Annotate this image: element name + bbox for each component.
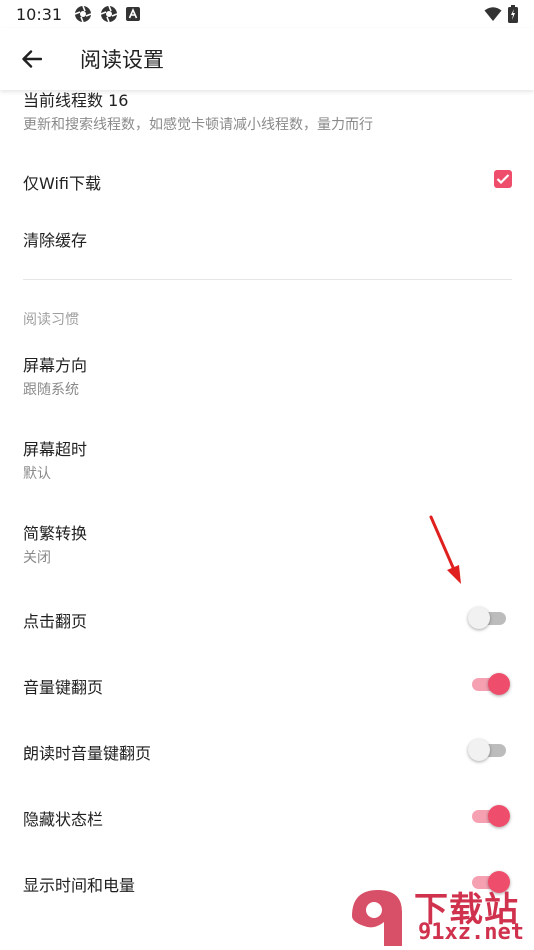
aperture-icon — [74, 5, 92, 23]
pref-volume-key-page-turn[interactable]: 音量键翻页 — [0, 656, 534, 712]
arrow-left-icon — [22, 50, 42, 68]
switch-thumb — [488, 805, 510, 827]
pref-title: 隐藏状态栏 — [23, 810, 104, 829]
pref-title: 显示时间和电量 — [23, 876, 136, 895]
back-button[interactable] — [0, 28, 64, 90]
pref-clear-cache[interactable]: 清除缓存 — [0, 210, 534, 266]
pref-tts-volume-key-page-turn[interactable]: 朗读时音量键翻页 — [0, 722, 534, 778]
pref-title: 屏幕方向 — [23, 356, 88, 375]
page-title: 阅读设置 — [80, 48, 164, 72]
annotation-arrow-icon — [429, 515, 461, 584]
check-icon — [496, 174, 510, 185]
pref-hide-status-bar[interactable]: 隐藏状态栏 — [0, 788, 534, 844]
pref-title: 仅Wifi下载 — [23, 174, 101, 193]
pref-screen-timeout[interactable]: 屏幕超时 默认 — [0, 424, 534, 494]
watermark: 下载站 91xz.net — [344, 880, 534, 950]
pref-title: 屏幕超时 — [23, 440, 88, 459]
hide-status-bar-switch[interactable] — [472, 803, 510, 829]
pref-thread-count[interactable]: 当前线程数 16 更新和搜索线程数，如感觉卡顿请减小线程数，量力而行 — [0, 82, 534, 142]
pref-title: 点击翻页 — [23, 612, 88, 631]
status-icons-left — [74, 5, 141, 23]
switch-thumb — [468, 739, 490, 761]
wifi-download-checkbox[interactable] — [494, 170, 512, 188]
notification-a-icon — [126, 7, 141, 21]
pref-summary: 更新和搜索线程数，如感觉卡顿请减小线程数，量力而行 — [23, 117, 373, 133]
battery-icon — [508, 5, 518, 23]
pref-summary: 关闭 — [23, 550, 51, 566]
pref-wifi-download[interactable]: 仅Wifi下载 — [0, 150, 534, 210]
pref-summary: 默认 — [23, 466, 51, 482]
tap-page-turn-switch[interactable] — [468, 605, 508, 631]
divider — [23, 279, 512, 280]
section-header-reading-habit: 阅读习惯 — [23, 312, 79, 328]
pref-tap-page-turn[interactable]: 点击翻页 — [0, 590, 534, 646]
tts-volume-key-page-turn-switch[interactable] — [468, 737, 508, 763]
switch-thumb — [468, 607, 490, 629]
toolbar: 阅读设置 — [0, 28, 534, 90]
pref-summary: 跟随系统 — [23, 382, 79, 398]
status-bar: 10:31 — [0, 0, 534, 28]
switch-thumb — [488, 673, 510, 695]
volume-key-page-turn-switch[interactable] — [472, 671, 510, 697]
watermark-text-bottom: 91xz.net — [418, 920, 524, 945]
watermark-logo-icon — [352, 890, 402, 946]
pref-title: 音量键翻页 — [23, 678, 104, 697]
pref-title: 当前线程数 16 — [23, 91, 129, 110]
wifi-icon — [484, 7, 502, 21]
aperture-icon — [100, 5, 118, 23]
status-icons-right — [484, 5, 518, 23]
status-time: 10:31 — [16, 4, 63, 24]
pref-title: 朗读时音量键翻页 — [23, 744, 152, 763]
pref-title: 简繁转换 — [23, 524, 88, 543]
pref-title: 清除缓存 — [23, 231, 88, 250]
pref-screen-orientation[interactable]: 屏幕方向 跟随系统 — [0, 340, 534, 410]
